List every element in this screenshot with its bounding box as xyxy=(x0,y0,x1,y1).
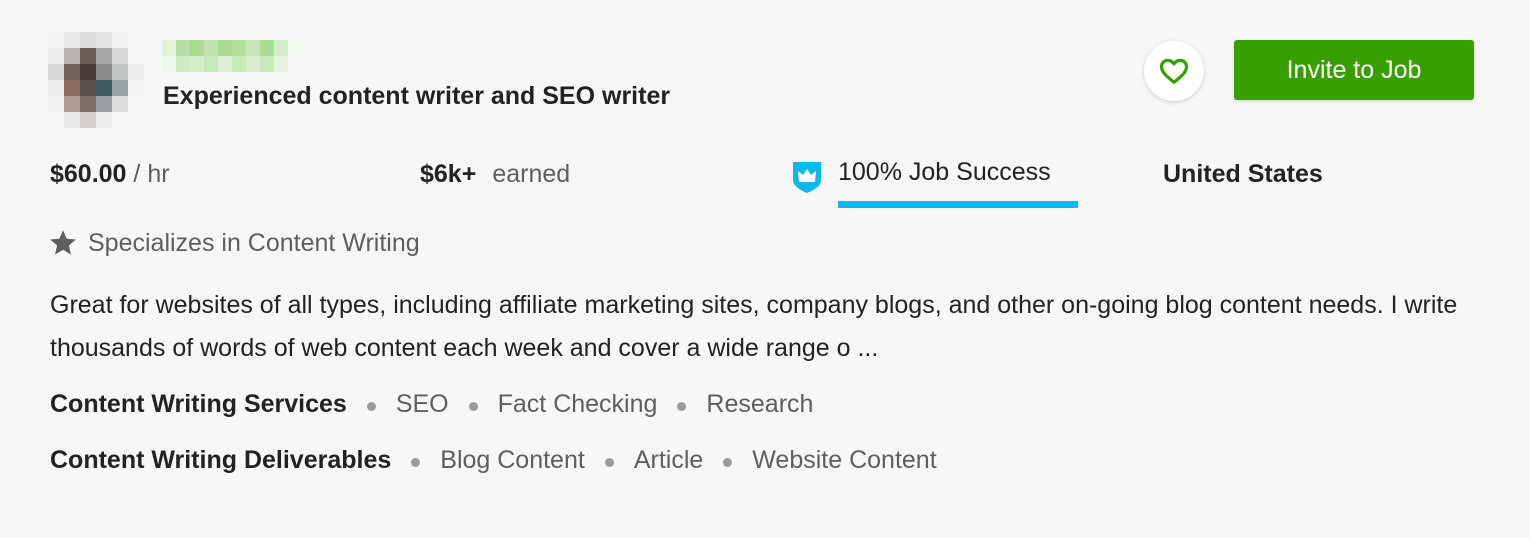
avatar[interactable] xyxy=(48,32,144,128)
total-earned: $6k+ earned xyxy=(420,160,570,189)
hourly-rate: $60.00 / hr xyxy=(50,160,170,189)
location: United States xyxy=(1163,160,1323,188)
rate-amount: $60.00 xyxy=(50,160,127,188)
job-success-progress-bar xyxy=(838,201,1078,208)
skill-tag[interactable]: SEO xyxy=(396,390,449,419)
skill-tag[interactable]: Article xyxy=(634,446,703,475)
separator-dot xyxy=(366,402,376,411)
star-icon xyxy=(50,230,76,255)
skill-tag[interactable]: Research xyxy=(706,390,813,419)
freelancer-card: Experienced content writer and SEO write… xyxy=(0,0,1530,538)
crown-shield-icon xyxy=(793,162,821,193)
save-freelancer-button[interactable] xyxy=(1144,41,1204,101)
separator-dot xyxy=(411,458,421,467)
profile-title[interactable]: Experienced content writer and SEO write… xyxy=(163,82,670,111)
earned-label: earned xyxy=(492,160,571,188)
profile-description[interactable]: Great for websites of all types, includi… xyxy=(50,284,1470,370)
rate-unit: / hr xyxy=(133,160,170,188)
separator-dot xyxy=(677,402,687,411)
specialization: Specializes in Content Writing xyxy=(48,228,420,258)
skill-group-label: Content Writing Deliverables xyxy=(50,446,392,474)
skill-group-services: Content Writing Services SEO Fact Checki… xyxy=(50,390,813,419)
skill-tag[interactable]: Website Content xyxy=(752,446,936,475)
separator-dot xyxy=(723,458,733,467)
earned-amount: $6k+ xyxy=(420,160,477,188)
heart-icon xyxy=(1159,58,1189,84)
skill-tag[interactable]: Blog Content xyxy=(440,446,585,475)
skill-group-label: Content Writing Services xyxy=(50,390,347,418)
separator-dot xyxy=(604,458,614,467)
specialization-text: Specializes in Content Writing xyxy=(88,228,420,257)
skill-group-deliverables: Content Writing Deliverables Blog Conten… xyxy=(50,446,937,475)
invite-to-job-button[interactable]: Invite to Job xyxy=(1234,40,1474,100)
job-success-score[interactable]: 100% Job Success xyxy=(838,158,1051,187)
skill-tag[interactable]: Fact Checking xyxy=(498,390,658,419)
freelancer-name-redacted[interactable] xyxy=(162,40,302,72)
separator-dot xyxy=(468,402,478,411)
